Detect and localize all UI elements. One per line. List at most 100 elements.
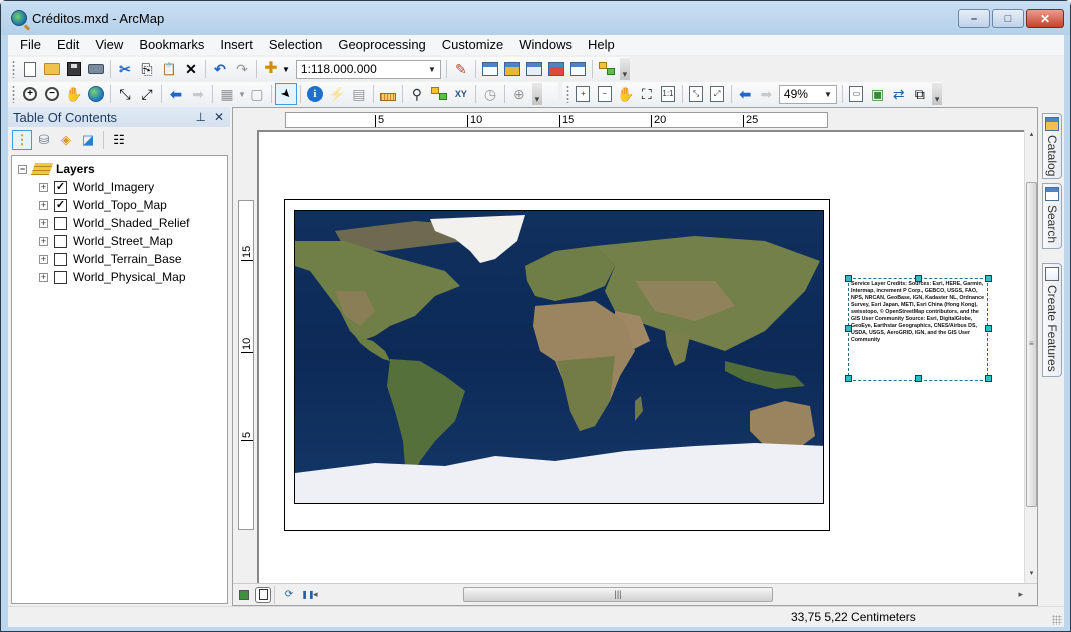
toolbar-overflow-icon[interactable]: ▾ [531,83,542,105]
copy-button[interactable]: ⎘ [136,58,158,80]
delete-button[interactable]: ✕ [180,58,202,80]
selection-handle[interactable] [845,275,852,282]
zoom-out-button[interactable]: − [41,83,63,105]
menu-bookmarks[interactable]: Bookmarks [131,36,212,54]
selection-handle[interactable] [985,275,992,282]
find-button[interactable]: ⚲ [406,83,428,105]
list-by-source-button[interactable]: ⛁ [34,130,54,150]
menu-windows[interactable]: Windows [511,36,580,54]
python-window-button[interactable] [567,58,589,80]
data-view-button[interactable] [236,587,252,603]
print-button[interactable] [85,58,107,80]
toolbar-overflow-icon[interactable]: ▾ [932,83,942,105]
vertical-scrollbar[interactable]: ▴ ≡ ▾ [1024,130,1037,583]
close-icon[interactable]: ✕ [214,110,224,124]
selection-handle[interactable] [985,375,992,382]
hyperlink-button[interactable]: ⚡ [326,83,348,105]
list-by-selection-button[interactable]: ◪ [78,130,98,150]
modelbuilder-button[interactable] [596,58,618,80]
layer-item[interactable]: + World_Terrain_Base [12,250,227,268]
zoom-in-button[interactable]: + [19,83,41,105]
selection-handle[interactable] [915,375,922,382]
create-viewer-button[interactable]: ⊕ [508,83,530,105]
search-window-button[interactable] [523,58,545,80]
selection-handle[interactable] [915,275,922,282]
layer-group[interactable]: − Layers [12,160,227,178]
full-extent-button[interactable] [85,83,107,105]
layer-item[interactable]: + ✓ World_Imagery [12,178,227,196]
refresh-button[interactable]: ⟳ [281,587,297,603]
layer-visibility-checkbox[interactable] [54,234,67,248]
layer-visibility-checkbox[interactable]: ✓ [54,180,67,194]
scroll-up-icon[interactable]: ▴ [1025,130,1038,144]
scroll-right-icon[interactable]: ▸ [1018,587,1023,602]
layout-pan-button[interactable]: ✋ [615,83,636,105]
close-button[interactable]: ✕ [1026,9,1064,28]
expand-icon[interactable]: + [39,200,48,210]
back-extent-button[interactable]: ⬅ [165,83,187,105]
save-button[interactable] [63,58,85,80]
toc-window-button[interactable] [479,58,501,80]
expand-icon[interactable]: + [39,182,48,192]
layout-fixed-zoom-out-button[interactable]: ⤢ [707,83,728,105]
data-driven-pages-button[interactable]: ⧉ [909,83,930,105]
menu-geoprocessing[interactable]: Geoprocessing [330,36,433,54]
resize-grip-icon[interactable] [1052,615,1062,625]
paste-button[interactable]: 📋 [158,58,180,80]
select-features-button[interactable]: ▦ [216,83,238,105]
arctoolbox-button[interactable] [545,58,567,80]
toolbar-overflow-icon[interactable]: ▾ [619,58,630,80]
dock-tab-create-features[interactable]: Create Features [1042,263,1062,377]
layer-visibility-checkbox[interactable]: ✓ [54,198,67,212]
redo-button[interactable]: ↷ [231,58,253,80]
clear-selection-button[interactable]: ▢ [246,83,268,105]
go-to-xy-button[interactable]: XY [450,83,472,105]
editor-toolbar-button[interactable]: ✎ [450,58,472,80]
list-by-drawing-order-button[interactable]: ⋮ [12,130,32,150]
selection-handle[interactable] [985,325,992,332]
dock-tab-catalog[interactable]: Catalog [1042,113,1062,179]
service-layer-credits-text[interactable]: Service Layer Credits: Sources: Esri, HE… [848,278,988,381]
selection-handle[interactable] [845,325,852,332]
toolbar-grip[interactable] [566,85,569,103]
fixed-zoom-in-button[interactable]: ⤡ [114,83,136,105]
toolbar-grip[interactable] [12,60,15,78]
menu-customize[interactable]: Customize [434,36,511,54]
pin-icon[interactable]: ⊥ [195,110,205,124]
layout-canvas[interactable]: Service Layer Credits: Sources: Esri, HE… [257,130,1025,583]
map-scale-combo[interactable]: 1:118.000.000 ▼ [295,59,441,79]
toc-options-button[interactable]: ☷ [109,130,129,150]
scrollbar-thumb[interactable]: ≡ [1026,182,1037,507]
scroll-down-icon[interactable]: ▾ [1025,569,1038,583]
menu-insert[interactable]: Insert [212,36,261,54]
pan-button[interactable]: ✋ [63,83,85,105]
layer-item[interactable]: + World_Shaded_Relief [12,214,227,232]
list-by-visibility-button[interactable]: ◈ [56,130,76,150]
fixed-zoom-out-button[interactable]: ⤢ [136,83,158,105]
selection-handle[interactable] [845,375,852,382]
layer-visibility-checkbox[interactable] [54,270,67,284]
undo-button[interactable]: ↶ [209,58,231,80]
layout-zoom-combo[interactable]: 49% ▼ [778,84,837,104]
open-button[interactable] [41,58,63,80]
expand-icon[interactable]: + [39,272,48,282]
map-data-frame[interactable] [294,210,824,504]
zoom-100-button[interactable]: 1:1 [657,83,678,105]
html-popup-button[interactable]: ▤ [348,83,370,105]
measure-button[interactable] [377,83,399,105]
expand-icon[interactable]: + [39,218,48,228]
menu-edit[interactable]: Edit [49,36,87,54]
add-data-button[interactable]: ✚ [260,58,282,80]
scrollbar-thumb[interactable]: ||| [463,587,773,602]
cut-button[interactable]: ✂ [114,58,136,80]
find-route-button[interactable] [428,83,450,105]
layer-item[interactable]: + World_Physical_Map [12,268,227,286]
horizontal-scrollbar[interactable]: ◂ ||| ▸ [313,587,1023,602]
chevron-down-icon[interactable]: ▼ [238,90,246,99]
layer-item[interactable]: + ✓ World_Topo_Map [12,196,227,214]
time-slider-button[interactable]: ◷ [479,83,501,105]
layer-visibility-checkbox[interactable] [54,252,67,266]
minimize-button[interactable]: – [958,9,990,28]
collapse-icon[interactable]: − [18,164,27,174]
catalog-window-button[interactable] [501,58,523,80]
